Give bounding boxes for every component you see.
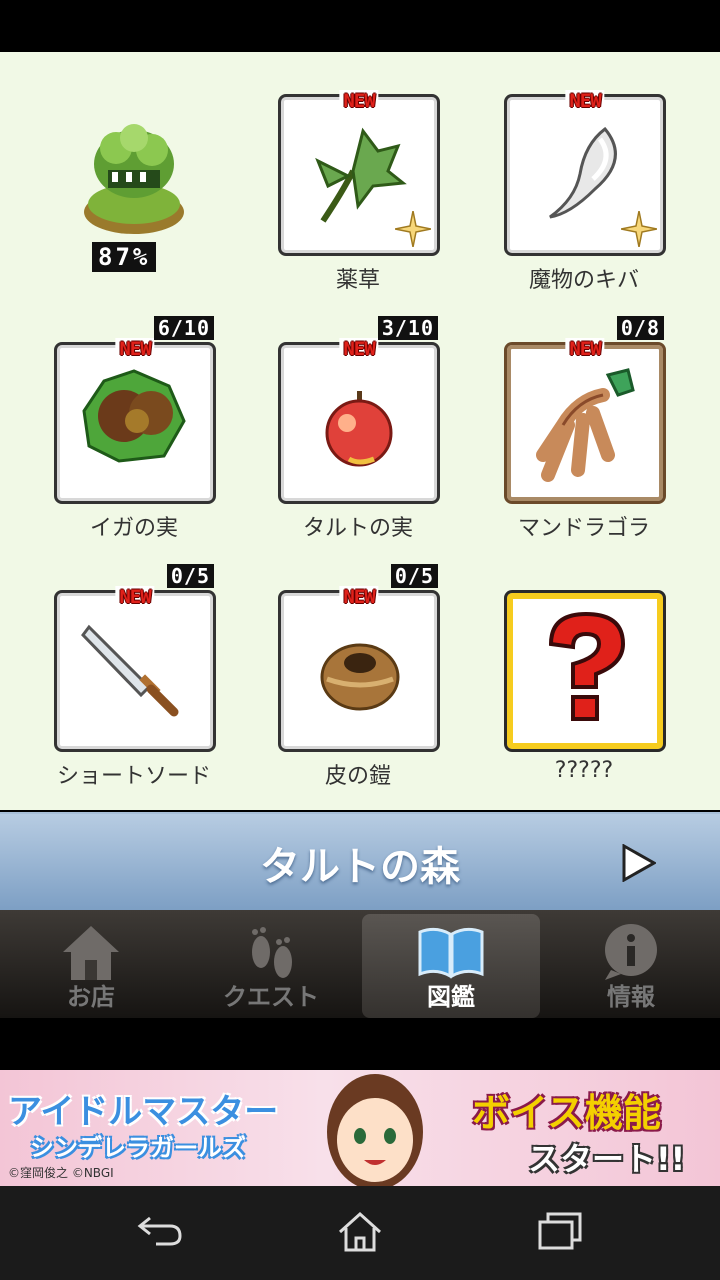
tab-label: 図鑑 [427, 983, 475, 1011]
ad-banner[interactable]: アイドルマスター シンデレラガールズ ©窪岡俊之 ©NBGI ボイス機能 スター… [0, 1070, 720, 1186]
tab-label: お店 [67, 983, 115, 1011]
item-card[interactable] [278, 94, 440, 256]
sparkle-icon [621, 211, 657, 247]
fang-icon [549, 126, 617, 219]
ad-line4: スタート!! [528, 1140, 686, 1178]
new-badge: NEW [115, 586, 155, 608]
new-badge: NEW [115, 338, 155, 360]
info-icon [605, 924, 657, 980]
back-icon[interactable] [136, 1210, 184, 1250]
home-icon[interactable] [336, 1210, 384, 1254]
item-card[interactable] [54, 342, 216, 504]
item-label: イガの実 [89, 516, 178, 541]
spacer [0, 1018, 720, 1070]
item-count: 0/8 [616, 316, 664, 340]
item-card[interactable] [504, 590, 666, 752]
new-badge: NEW [339, 90, 379, 112]
apple-icon [325, 391, 393, 467]
sword-icon [81, 624, 179, 717]
status-bar [0, 0, 720, 52]
ad-line1: アイドルマスター [8, 1092, 279, 1132]
tab-encyclopedia[interactable]: 図鑑 [362, 914, 540, 1018]
item-label: 魔物のキバ [528, 268, 639, 293]
item-label: 皮の鎧 [324, 764, 391, 789]
bottom-tab-bar: お店 クエスト 図鑑 情報 [0, 910, 720, 1018]
item-count: 0/5 [390, 564, 438, 588]
encyclopedia-grid: 87% NEW 薬草 NEW 魔物のキバ NEW 6/10 イガの実 NEW 3… [0, 52, 720, 810]
item-card[interactable] [54, 590, 216, 752]
new-badge: NEW [339, 338, 379, 360]
item-count: 6/10 [153, 316, 214, 340]
item-count: 3/10 [377, 316, 438, 340]
armor-icon [320, 643, 400, 711]
ad-line3: ボイス機能 [472, 1091, 661, 1135]
ad-line2: シンデレラガールズ [30, 1134, 246, 1162]
area-banner[interactable]: タルトの森 [0, 812, 720, 910]
tab-info[interactable]: 情報 [542, 914, 720, 1018]
sparkle-icon [395, 211, 431, 247]
book-icon [418, 927, 484, 979]
item-label: ショートソード [56, 764, 211, 789]
chestnut-burr-icon [82, 369, 186, 463]
question-mark-icon [548, 611, 626, 721]
new-badge: NEW [339, 586, 379, 608]
tab-shop[interactable]: お店 [2, 914, 180, 1018]
character-portrait-icon [327, 1074, 423, 1186]
system-nav-bar [0, 1186, 720, 1280]
tab-label: 情報 [607, 983, 655, 1011]
tab-quest[interactable]: クエスト [182, 914, 360, 1018]
recent-apps-icon[interactable] [536, 1210, 584, 1250]
item-card[interactable] [504, 342, 666, 504]
item-count: 0/5 [166, 564, 214, 588]
footprints-icon [252, 927, 292, 978]
area-title: タルトの森 [260, 844, 460, 890]
tab-label: クエスト [223, 983, 319, 1011]
completion-percent: 87% [92, 242, 157, 272]
item-label: タルトの実 [302, 516, 413, 541]
item-card[interactable] [278, 590, 440, 752]
item-card[interactable] [278, 342, 440, 504]
new-badge: NEW [565, 90, 605, 112]
item-label: ????? [554, 758, 614, 783]
ad-copyright: ©窪岡俊之 ©NBGI [8, 1166, 114, 1180]
mandragora-icon [536, 368, 635, 482]
item-label: マンドラゴラ [517, 516, 650, 541]
item-card[interactable] [504, 94, 666, 256]
house-icon [63, 926, 119, 980]
forest-mound-icon [84, 124, 184, 234]
item-label: 薬草 [335, 268, 380, 293]
play-arrow-icon[interactable] [622, 844, 656, 882]
new-badge: NEW [565, 338, 605, 360]
